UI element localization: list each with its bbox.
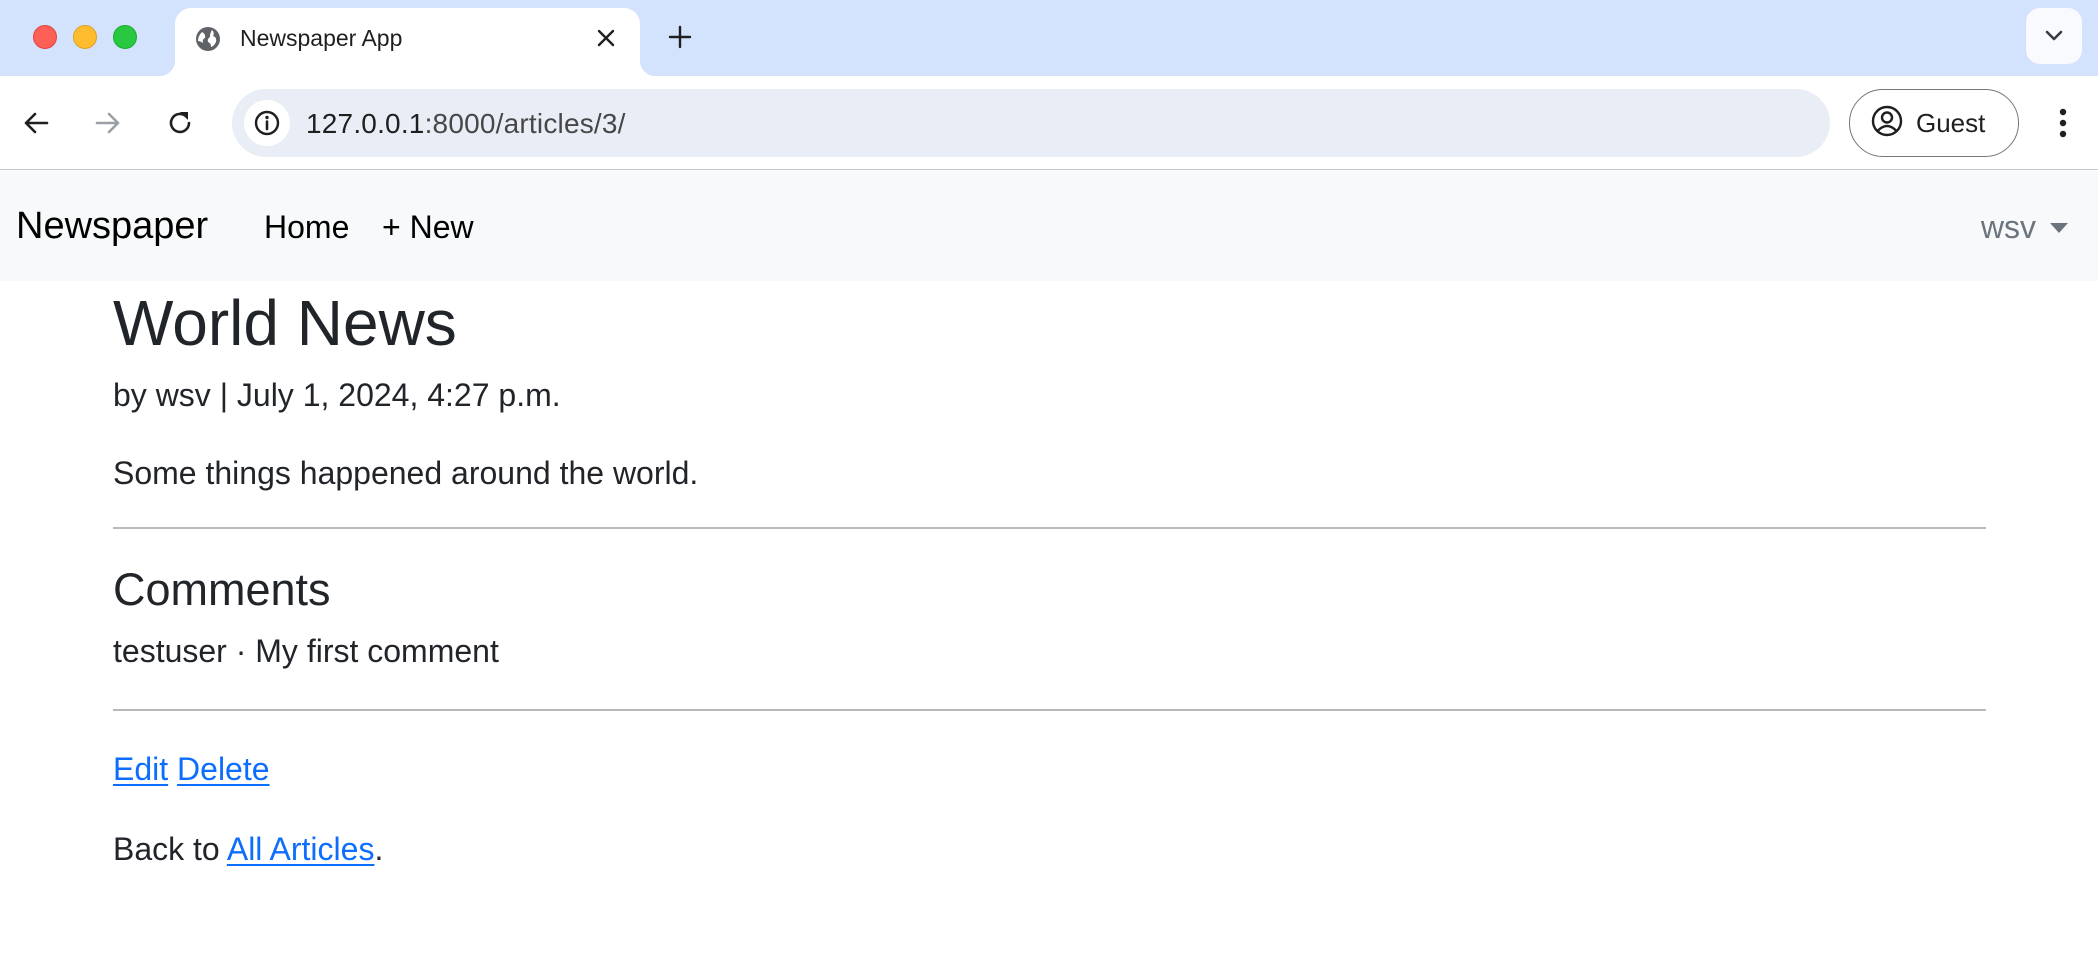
brand-link[interactable]: Newspaper bbox=[16, 205, 208, 248]
new-tab-plus-icon[interactable] bbox=[660, 17, 700, 57]
url-text: 127.0.0.1:8000/articles/3/ bbox=[306, 108, 626, 140]
browser-toolbar: 127.0.0.1:8000/articles/3/ Guest bbox=[0, 76, 2098, 170]
back-arrow-icon[interactable] bbox=[13, 100, 59, 146]
user-dropdown[interactable]: wsv bbox=[1981, 209, 2068, 246]
active-tab[interactable]: Newspaper App bbox=[159, 8, 656, 76]
article-byline: by wsv | July 1, 2024, 4:27 p.m. bbox=[113, 377, 561, 413]
close-tab-icon[interactable] bbox=[590, 22, 622, 54]
address-bar[interactable]: 127.0.0.1:8000/articles/3/ bbox=[232, 89, 1830, 157]
divider bbox=[113, 527, 1986, 529]
url-path: :8000/articles/3/ bbox=[424, 108, 626, 139]
comment-item: testuser · My first comment bbox=[113, 633, 499, 669]
back-prefix: Back to bbox=[113, 831, 227, 867]
user-name: wsv bbox=[1980, 209, 2036, 245]
caret-down-icon bbox=[2050, 222, 2068, 233]
all-articles-link[interactable]: All Articles bbox=[227, 831, 375, 867]
nav-home-link[interactable]: Home bbox=[264, 209, 349, 246]
comments-heading: Comments bbox=[113, 564, 331, 615]
tab-title: Newspaper App bbox=[240, 25, 403, 51]
profile-button[interactable]: Guest bbox=[1849, 89, 2019, 157]
back-line: Back to All Articles. bbox=[113, 829, 1986, 869]
site-navbar: Newspaper Home + New wsv bbox=[0, 171, 2098, 281]
delete-link[interactable]: Delete bbox=[177, 751, 270, 787]
edit-link[interactable]: Edit bbox=[113, 751, 168, 787]
tab-search-chevron-icon[interactable] bbox=[2026, 8, 2082, 64]
forward-arrow-icon[interactable] bbox=[85, 100, 131, 146]
article-title: World News bbox=[113, 287, 457, 359]
article-container: World News by wsv | July 1, 2024, 4:27 p… bbox=[113, 281, 1986, 869]
article-actions: Edit Delete bbox=[113, 749, 1986, 789]
site-info-icon[interactable] bbox=[244, 100, 290, 146]
minimize-window-button[interactable] bbox=[73, 25, 97, 49]
tab-strip: Newspaper App bbox=[0, 0, 2098, 76]
zoom-window-button[interactable] bbox=[113, 25, 137, 49]
back-suffix: . bbox=[374, 831, 384, 867]
nav-new-link[interactable]: + New bbox=[382, 209, 474, 246]
globe-icon bbox=[193, 24, 223, 54]
divider bbox=[113, 709, 1986, 711]
profile-label: Guest bbox=[1916, 107, 1986, 138]
reload-icon[interactable] bbox=[157, 100, 203, 146]
kebab-menu-icon[interactable] bbox=[2040, 100, 2086, 146]
account-circle-icon bbox=[1870, 104, 1904, 143]
close-window-button[interactable] bbox=[33, 25, 57, 49]
url-host: 127.0.0.1 bbox=[306, 108, 425, 139]
article-body: Some things happened around the world. bbox=[113, 455, 699, 491]
